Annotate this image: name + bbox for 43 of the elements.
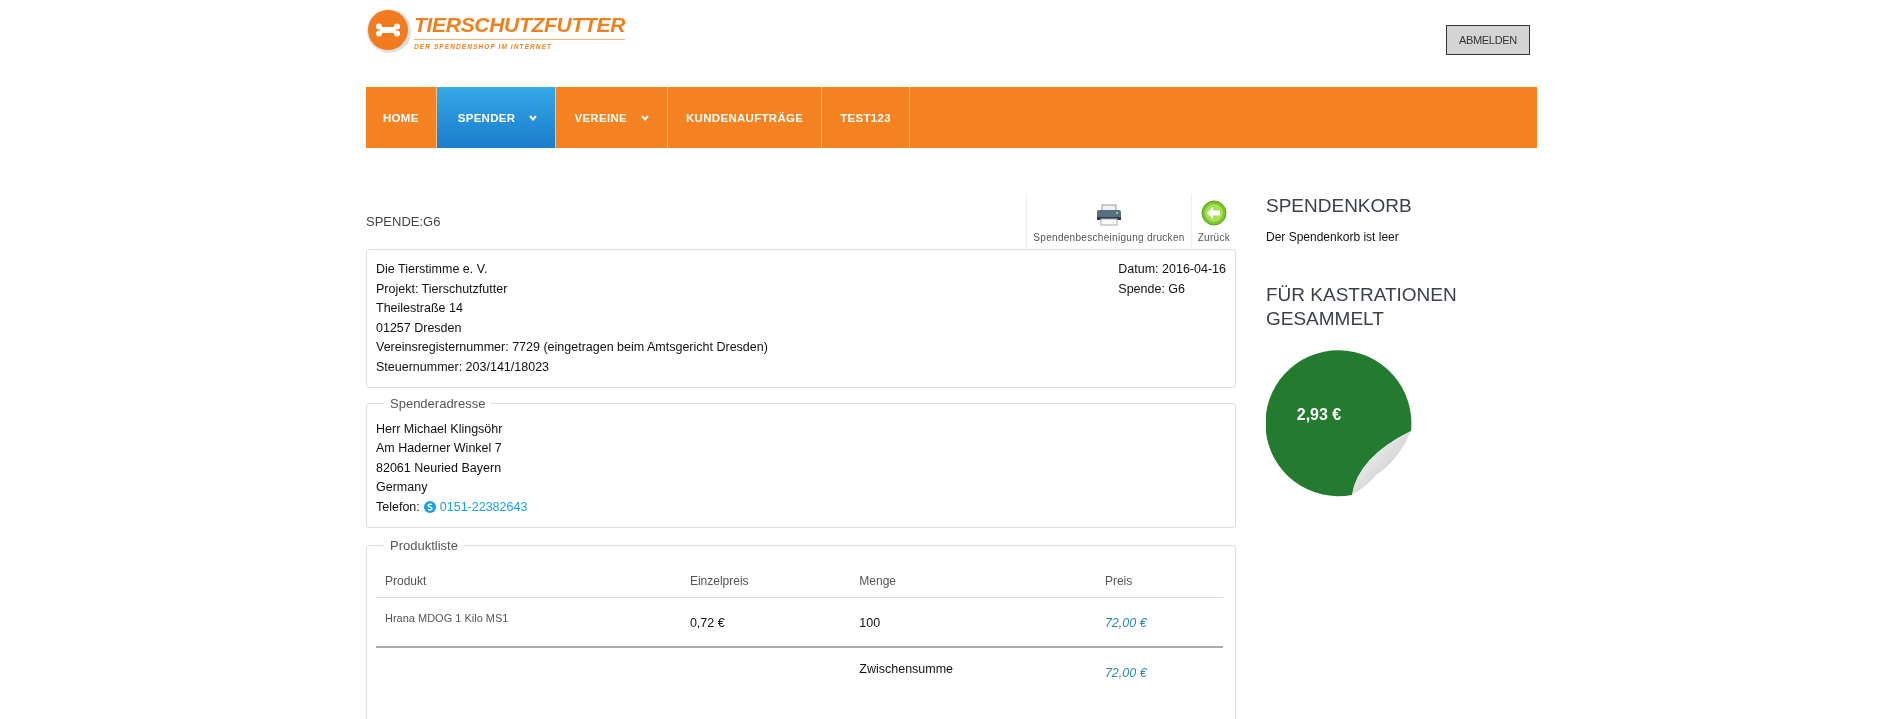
nav-item[interactable]: VEREINE bbox=[556, 87, 668, 148]
cart-title: SPENDENKORB bbox=[1266, 194, 1413, 218]
quantity-cell: 100 bbox=[850, 597, 1096, 647]
nav-item[interactable]: KUNDENAUFTRÄGE bbox=[668, 87, 823, 148]
panel-legend: Produktliste bbox=[384, 536, 464, 556]
logo-title: TIERSCHUTZFUTTER bbox=[414, 12, 625, 37]
column-header: Menge bbox=[850, 561, 1096, 598]
organization-line: Projekt: Tierschutzfutter bbox=[376, 280, 509, 298]
column-header: Produkt bbox=[376, 561, 681, 598]
nav-item[interactable]: HOME bbox=[366, 87, 437, 148]
collected-amount: 2,93 € bbox=[1295, 406, 1343, 424]
address-line: Am Haderner Winkel 7 bbox=[376, 440, 503, 457]
organization-line: Vereinsregisternummer: 7729 (eingetragen beim Amtsgericht Dresden) bbox=[376, 339, 768, 356]
subtotal-label: Zwischensumme bbox=[850, 646, 1096, 691]
skype-icon bbox=[423, 501, 436, 514]
subtotal-cell: 72,00 € bbox=[1095, 646, 1223, 691]
organization-line: Steuernummer: 203/141/18023 bbox=[376, 358, 551, 376]
column-header: Preis bbox=[1095, 561, 1223, 598]
price-cell: 72,00 € bbox=[1095, 597, 1223, 647]
nav-item[interactable]: SPENDER bbox=[436, 87, 557, 148]
print-button[interactable]: Spendenbescheinigung drucken bbox=[1027, 194, 1191, 249]
page-title: SPENDE:G6 bbox=[366, 214, 441, 229]
collected-title: FÜR KASTRATIONEN GESAMMELT bbox=[1266, 283, 1458, 331]
logout-button[interactable]: ABMELDEN bbox=[1445, 25, 1530, 55]
printer-icon bbox=[1095, 204, 1122, 226]
unit-price-cell: 0,72 € bbox=[680, 597, 851, 647]
donation-meta: Spende: G6 bbox=[1118, 280, 1186, 298]
cart-empty-text: Der Spendenkorb ist leer bbox=[1266, 230, 1400, 244]
address-line: Herr Michael Klingsöhr bbox=[376, 420, 504, 438]
panel-legend: Spenderadresse bbox=[384, 394, 492, 414]
address-line: Germany bbox=[376, 479, 429, 496]
donation-meta: Datum: 2016-04-16 bbox=[1118, 261, 1226, 278]
organization-line: 01257 Dresden bbox=[376, 319, 463, 337]
organization-line: Die Tierstimme e. V. bbox=[376, 261, 489, 278]
address-line: 82061 Neuried Bayern bbox=[376, 459, 503, 477]
logo-icon bbox=[366, 8, 412, 54]
column-header: Einzelpreis bbox=[680, 561, 851, 598]
nav-item[interactable]: TEST123 bbox=[822, 87, 910, 148]
back-button[interactable]: Zurück bbox=[1190, 194, 1236, 249]
product-cell: Hrana MDOG 1 Kilo MS1 bbox=[376, 597, 681, 647]
phone-label: Telefon: bbox=[376, 498, 420, 516]
organization-line: Theilestraße 14 bbox=[376, 300, 464, 317]
phone-link[interactable]: 0151-22382643 bbox=[439, 497, 528, 517]
